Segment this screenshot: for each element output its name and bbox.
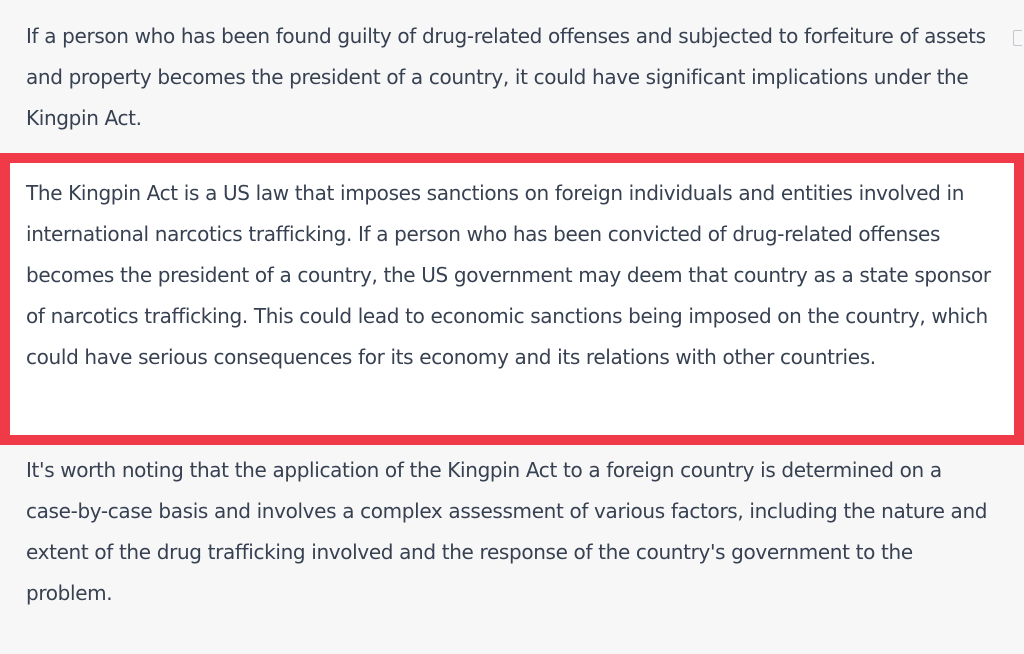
copy-icon[interactable] <box>1013 30 1022 46</box>
response-paragraph-intro: If a person who has been found guilty of… <box>26 24 986 130</box>
response-paragraph-note: It's worth noting that the application o… <box>26 458 988 605</box>
response-paragraph-highlighted: The Kingpin Act is a US law that imposes… <box>26 181 991 369</box>
highlighted-paragraph-box: The Kingpin Act is a US law that imposes… <box>0 153 1024 445</box>
